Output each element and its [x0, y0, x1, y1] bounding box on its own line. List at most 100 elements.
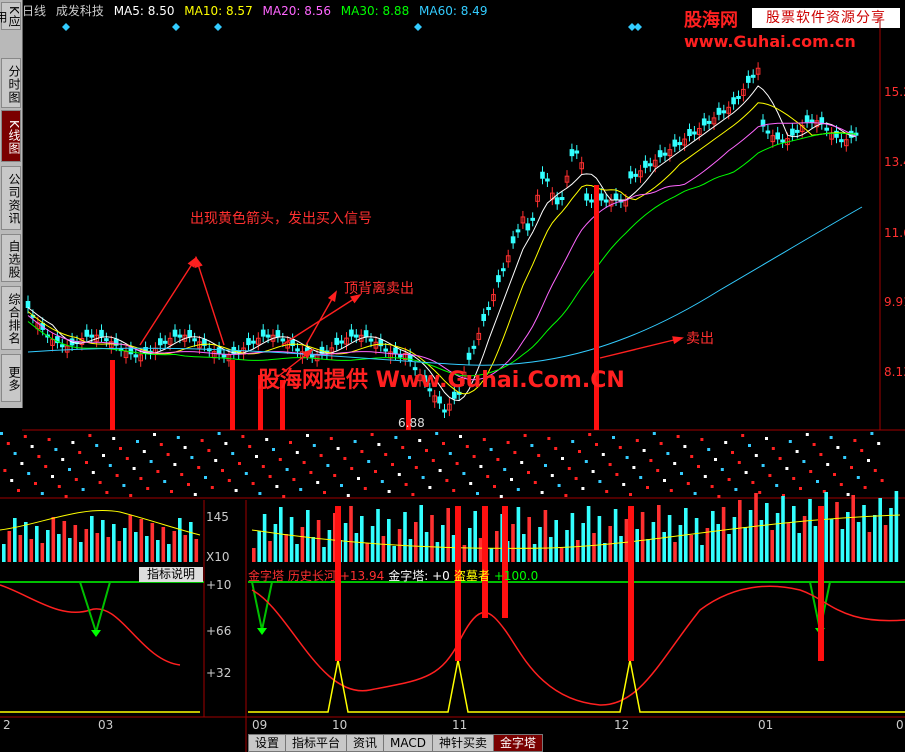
volume-bar — [889, 508, 893, 562]
volume-bar — [689, 535, 693, 562]
candle — [750, 74, 756, 78]
volume-bar — [183, 535, 188, 562]
volume-bar — [2, 544, 6, 562]
volume-bar — [322, 547, 326, 562]
volume-bar — [117, 541, 122, 562]
tab-3[interactable]: MACD — [383, 734, 434, 752]
sidebar-item-2[interactable]: K线图 — [1, 110, 21, 162]
candle — [437, 396, 442, 404]
volume-bar — [835, 502, 839, 562]
candle — [633, 173, 638, 177]
candle — [657, 150, 663, 158]
candle — [677, 142, 683, 146]
volume-bar — [759, 520, 764, 562]
volume-bar — [24, 522, 28, 562]
legend-item: +13.94 — [339, 569, 385, 583]
legend-item: 金字塔: +0 — [388, 569, 450, 583]
price-tick: 8.13 — [884, 365, 905, 379]
volume-bar — [873, 515, 877, 562]
sidebar-item-6[interactable]: 更多 — [1, 354, 21, 402]
volume-bar — [106, 537, 111, 562]
candle — [706, 120, 712, 124]
sidebar-item-4[interactable]: 自选股 — [1, 234, 21, 282]
candle — [442, 409, 447, 413]
signal-bar — [230, 360, 235, 430]
volume-bar — [79, 542, 83, 562]
volume-bar — [316, 520, 321, 562]
candle — [584, 193, 589, 201]
volume-bar — [419, 505, 423, 562]
watermark-text: 股海网提供 Www.Guhai.Com.CN — [258, 368, 625, 393]
left-date-1: 2 — [3, 718, 11, 732]
signal-bar — [482, 506, 488, 618]
volume-bar — [754, 493, 758, 562]
candle — [363, 330, 369, 338]
candle — [672, 139, 678, 147]
volume-bar — [716, 524, 720, 562]
volume-bar — [495, 531, 499, 562]
volume-bar — [430, 515, 434, 562]
candle — [25, 301, 31, 308]
volume-bar — [532, 544, 537, 562]
candle — [501, 268, 506, 272]
indicator-green-line — [251, 581, 273, 631]
sidebar-item-3[interactable]: 公司资讯 — [1, 166, 21, 230]
volume-bar — [775, 513, 780, 562]
candle — [221, 354, 227, 358]
candle — [133, 354, 139, 358]
sidebar-item-0[interactable]: K应用 — [0, 2, 21, 30]
candle — [275, 330, 281, 338]
volume-bar — [360, 516, 364, 562]
volume-bar — [441, 525, 445, 562]
tab-4[interactable]: 神针买卖 — [432, 734, 495, 752]
tab-0[interactable]: 设置 — [248, 734, 287, 752]
tab-2[interactable]: 资讯 — [346, 734, 385, 752]
tab-1[interactable]: 指标平台 — [285, 734, 348, 752]
volume-bar — [403, 512, 407, 562]
signal-diamond-icon — [414, 23, 422, 31]
legend-item: 盗墓者 — [453, 569, 490, 583]
volume-bar — [613, 509, 618, 562]
volume-bar — [727, 534, 731, 562]
candle — [162, 340, 168, 344]
down-arrow-icon — [91, 630, 101, 637]
volume-bar — [57, 534, 61, 562]
sidebar-item-5[interactable]: 综合排名 — [1, 286, 21, 350]
volume-bar — [128, 515, 133, 562]
candle — [486, 307, 491, 311]
volume-bar — [527, 517, 531, 562]
signal-bar — [502, 506, 508, 618]
indicator-help-button[interactable]: 指标说明 — [139, 567, 203, 582]
left-volume-axis-unit: X10 — [206, 550, 230, 564]
arrow-head-icon — [187, 256, 198, 268]
candle — [515, 229, 521, 233]
indicator-tabs: 设置 指标平台 资讯 MACD 神针买卖 金字塔 — [248, 734, 544, 752]
sidebar-item-1[interactable]: 分时图 — [1, 58, 21, 108]
volume-bar — [90, 516, 94, 562]
volume-bar — [273, 524, 278, 562]
date-tick: 0 — [896, 718, 904, 732]
signal-diamond-icon — [634, 23, 642, 31]
candle — [89, 334, 95, 338]
volume-bar — [7, 531, 12, 562]
candle — [574, 150, 580, 154]
candle — [84, 329, 90, 337]
candle — [260, 329, 266, 337]
volume-bar — [387, 519, 391, 562]
ind-axis-3: +32 — [206, 666, 232, 680]
volume-bar — [657, 505, 661, 562]
candle — [309, 354, 315, 358]
candle — [628, 171, 634, 179]
tab-5[interactable]: 金字塔 — [493, 734, 544, 752]
volume-bar — [586, 506, 591, 562]
arrow-head-icon — [327, 290, 338, 302]
volume-bar — [473, 511, 477, 562]
candle — [99, 329, 104, 337]
candle — [589, 199, 594, 203]
candle — [192, 338, 197, 342]
candle — [780, 139, 785, 143]
volume-bar — [68, 538, 72, 562]
candle — [158, 338, 163, 346]
candle — [378, 339, 384, 347]
candle — [530, 217, 536, 221]
